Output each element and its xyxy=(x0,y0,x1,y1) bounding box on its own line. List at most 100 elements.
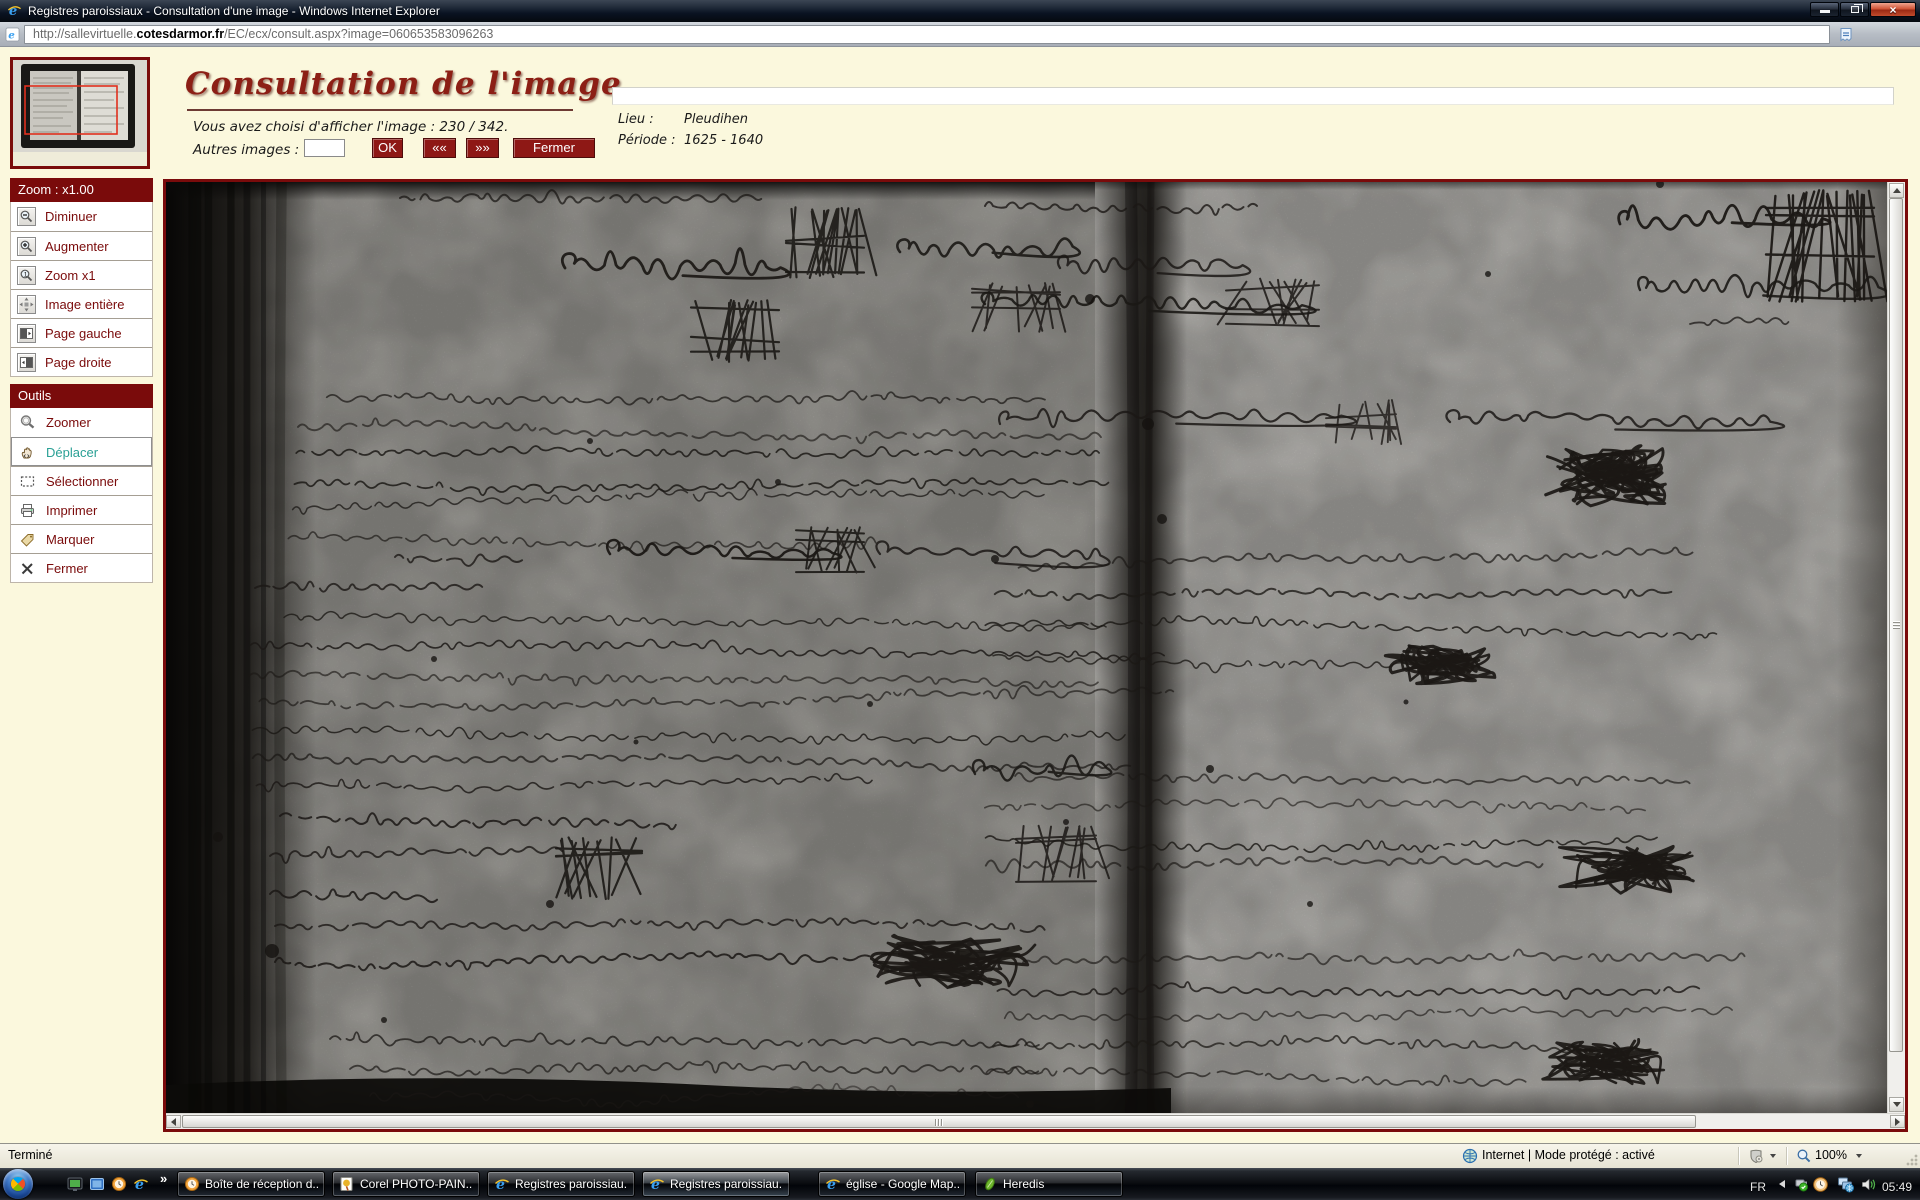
register-scan-image[interactable] xyxy=(166,182,1887,1113)
tool-item-zoomer[interactable]: Zoomer xyxy=(11,408,152,437)
language-indicator[interactable]: FR xyxy=(1750,1180,1766,1194)
left-page-item[interactable]: Page gauche xyxy=(11,318,152,347)
restore-button[interactable] xyxy=(1840,2,1869,17)
title-underline xyxy=(187,109,573,111)
zoom-reset-icon: 1 xyxy=(17,266,36,285)
hand-icon xyxy=(17,443,37,462)
zone-text: Internet | Mode protégé : activé xyxy=(1482,1148,1655,1162)
close-button[interactable]: × xyxy=(1870,2,1916,17)
resize-grip[interactable] xyxy=(1905,1153,1918,1166)
periode-value: 1625 - 1640 xyxy=(684,133,763,148)
page-title: Consultation de l'image xyxy=(185,66,622,102)
zoom-panel-title: Zoom : x1.00 xyxy=(10,178,153,202)
image-title-bar xyxy=(612,87,1894,105)
internet-zone-icon xyxy=(1462,1148,1478,1164)
zoom-panel: Zoom : x1.00 Diminuer Augmenter 1 Zoom x… xyxy=(10,178,153,377)
shield-dropdown-caret[interactable] xyxy=(1770,1154,1776,1158)
thumbnail-image xyxy=(13,60,147,166)
taskbar-button-heredis[interactable]: Heredis xyxy=(975,1171,1123,1197)
outlook-quicklaunch-icon[interactable] xyxy=(110,1175,128,1193)
window-title: Registres paroissiaux - Consultation d'u… xyxy=(28,4,440,18)
horizontal-scrollbar[interactable] xyxy=(166,1113,1905,1129)
fit-image-icon xyxy=(17,295,36,314)
vertical-scrollbar[interactable] xyxy=(1887,182,1905,1113)
svg-text:e: e xyxy=(496,1177,505,1192)
start-button[interactable] xyxy=(3,1169,33,1199)
svg-text:e: e xyxy=(8,29,15,41)
outlook-reminder-icon[interactable] xyxy=(1812,1176,1829,1193)
bookmark-icon xyxy=(17,530,37,549)
volume-icon[interactable] xyxy=(1860,1176,1877,1193)
right-page-item[interactable]: Page droite xyxy=(11,347,152,376)
svg-text:e: e xyxy=(827,1177,836,1192)
minimize-button[interactable] xyxy=(1810,2,1839,17)
heredis-icon xyxy=(982,1176,998,1192)
lieu-value: Pleudihen xyxy=(684,112,748,127)
zoom-reset-item[interactable]: 1 Zoom x1 xyxy=(11,260,152,289)
filter-shield-icon[interactable] xyxy=(1748,1148,1764,1164)
svg-text:e: e xyxy=(135,1177,144,1192)
network-icon[interactable] xyxy=(1837,1176,1854,1193)
zoom-level-icon[interactable] xyxy=(1796,1148,1812,1164)
zoom-level-value[interactable]: 100% xyxy=(1815,1148,1847,1162)
thumbnail-navigator[interactable] xyxy=(10,57,150,169)
fit-image-item[interactable]: Image entière xyxy=(11,289,152,318)
ie-icon: e xyxy=(825,1176,841,1192)
vertical-scroll-thumb[interactable] xyxy=(1889,198,1903,1052)
scroll-down-button[interactable] xyxy=(1889,1097,1904,1112)
url-input[interactable]: http://sallevirtuelle.cotesdarmor.fr/EC/… xyxy=(24,25,1830,44)
tool-item-selectionner[interactable]: Sélectionner xyxy=(11,466,152,495)
next-image-button[interactable]: »» xyxy=(466,138,499,158)
tool-item-deplacer[interactable]: Déplacer xyxy=(11,437,152,466)
tool-item-fermer[interactable]: Fermer xyxy=(11,553,152,582)
previous-image-button[interactable]: «« xyxy=(423,138,456,158)
right-page-icon xyxy=(17,353,36,372)
chosen-image-text: Vous avez choisi d'afficher l'image : 23… xyxy=(193,119,508,135)
quick-launch-overflow-chevron[interactable]: » xyxy=(160,1171,167,1186)
tray-collapse-chevron[interactable] xyxy=(1779,1180,1785,1188)
address-bar: e http://sallevirtuelle.cotesdarmor.fr/E… xyxy=(0,22,1920,47)
tools-panel-title: Outils xyxy=(10,384,153,408)
tool-item-imprimer[interactable]: Imprimer xyxy=(11,495,152,524)
show-desktop-icon[interactable] xyxy=(88,1175,106,1193)
scroll-right-button[interactable] xyxy=(1890,1115,1905,1128)
app-switcher-icon[interactable] xyxy=(66,1175,84,1193)
scroll-left-button[interactable] xyxy=(166,1115,181,1128)
fermer-button[interactable]: Fermer xyxy=(513,138,595,158)
zoom-dropdown-caret[interactable] xyxy=(1856,1154,1862,1158)
tool-item-marquer[interactable]: Marquer xyxy=(11,524,152,553)
taskbar-button-corel[interactable]: Corel PHOTO-PAIN... xyxy=(332,1171,480,1197)
image-viewer xyxy=(163,179,1908,1132)
zoom-in-icon xyxy=(17,237,36,256)
ie-page-icon: e xyxy=(5,27,20,42)
compatibility-view-icon[interactable] xyxy=(1838,27,1854,43)
left-page-icon xyxy=(17,324,36,343)
lieu-label: Lieu : xyxy=(618,112,654,127)
taskbar-button-inbox[interactable]: Boîte de réception d... xyxy=(177,1171,325,1197)
taskbar-button-eglise-maps[interactable]: e église - Google Map... xyxy=(818,1171,966,1197)
tools-panel: Outils Zoomer Déplacer Sélectionner Impr… xyxy=(10,384,153,583)
safely-remove-hardware-icon[interactable] xyxy=(1793,1176,1810,1193)
ie-icon: e xyxy=(7,3,22,18)
close-x-icon xyxy=(17,559,37,578)
zoom-in-item[interactable]: Augmenter xyxy=(11,231,152,260)
magnifier-icon xyxy=(17,413,37,432)
ie-icon: e xyxy=(494,1176,510,1192)
zoom-out-item[interactable]: Diminuer xyxy=(11,202,152,231)
ok-button[interactable]: OK xyxy=(372,138,403,158)
svg-text:1: 1 xyxy=(24,271,28,278)
svg-text:e: e xyxy=(651,1177,660,1192)
status-text: Terminé xyxy=(8,1148,52,1162)
image-number-input[interactable] xyxy=(304,139,345,157)
scroll-up-button[interactable] xyxy=(1889,183,1904,198)
taskbar-button-registres-1[interactable]: e Registres paroissiau... xyxy=(487,1171,635,1197)
ie-quicklaunch-icon[interactable]: e xyxy=(132,1175,150,1193)
window-titlebar[interactable]: e Registres paroissiaux - Consultation d… xyxy=(0,0,1920,22)
clock[interactable]: 05:49 xyxy=(1882,1180,1912,1194)
taskbar-button-registres-2[interactable]: e Registres paroissiau... xyxy=(642,1171,790,1197)
ie-icon: e xyxy=(649,1176,665,1192)
horizontal-scroll-thumb[interactable] xyxy=(182,1115,1696,1128)
windows-logo-icon xyxy=(8,1174,28,1194)
other-images-label: Autres images : xyxy=(193,142,299,158)
zoom-out-icon xyxy=(17,207,36,226)
